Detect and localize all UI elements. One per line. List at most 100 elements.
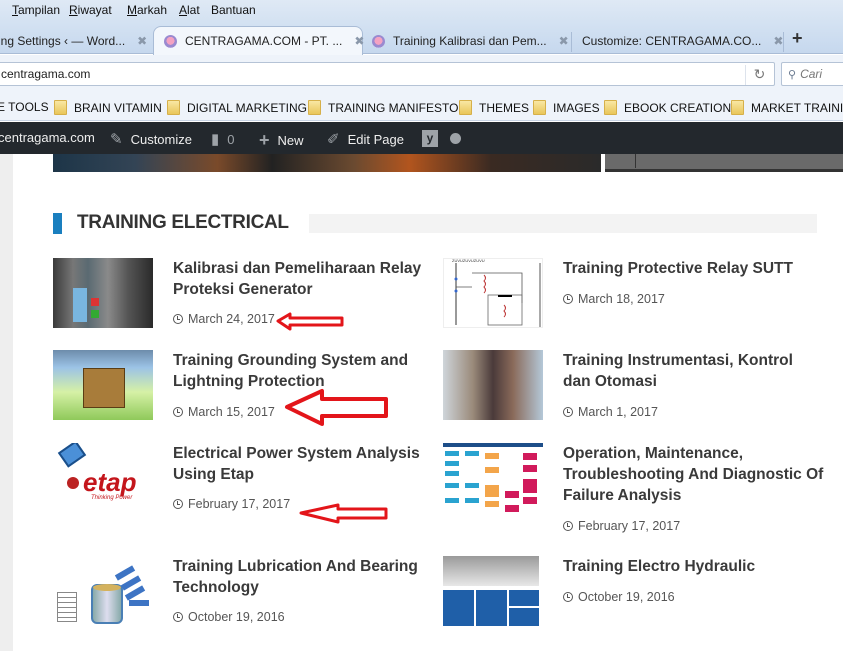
close-icon[interactable]: ✖: [354, 34, 364, 48]
tab-wordpress-settings[interactable]: ing Settings ‹ — Word... ✖: [0, 28, 148, 54]
bookmark-themes[interactable]: THEMES: [459, 100, 529, 115]
flow-box: [505, 491, 519, 498]
bookmark-market-training[interactable]: MARKET TRAINING: [731, 100, 843, 115]
menu-bookmarks[interactable]: Markah: [127, 3, 167, 17]
post-date-text: March 18, 2017: [578, 292, 665, 306]
section-header: TRAINING ELECTRICAL: [53, 212, 817, 235]
admin-site-link[interactable]: centragama.com: [0, 130, 95, 145]
close-icon[interactable]: ✖: [559, 34, 569, 48]
admin-new-link[interactable]: + New: [259, 130, 304, 151]
menu-tools-rest: lat: [187, 3, 200, 17]
flow-box: [445, 451, 459, 456]
flow-box: [485, 467, 499, 473]
bookmark-label: THEMES: [479, 100, 530, 115]
reload-icon[interactable]: ↻: [745, 65, 773, 85]
post-date: February 17, 2017: [173, 497, 290, 511]
menu-tools[interactable]: Alat: [179, 3, 200, 17]
clock-icon: [173, 407, 183, 417]
thumb-green-light: [91, 310, 99, 318]
flow-box: [523, 453, 537, 460]
post-title[interactable]: Electrical Power System Analysis Using E…: [173, 443, 423, 485]
post-title[interactable]: Training Protective Relay SUTT: [563, 258, 823, 279]
close-icon[interactable]: ✖: [773, 34, 783, 48]
svg-text:ZUVUZUVUZUVU: ZUVUZUVUZUVU: [452, 259, 485, 263]
post-date-text: March 15, 2017: [188, 405, 275, 419]
flow-box: [445, 471, 459, 476]
bookmark-images[interactable]: IMAGES: [533, 100, 600, 115]
menu-bookmarks-rest: arkah: [137, 3, 168, 17]
thumb-cabinet: [509, 590, 539, 606]
post-thumbnail[interactable]: [443, 350, 543, 420]
site-name: centragama.com: [0, 130, 95, 145]
close-icon[interactable]: ✖: [137, 34, 147, 48]
post-thumbnail[interactable]: [443, 556, 543, 626]
tab-separator: [571, 32, 572, 52]
etap-logo-tagline: Thinking Power: [91, 495, 133, 501]
post-thumbnail[interactable]: [53, 350, 153, 420]
bookmark-label: BRAIN VITAMIN: [74, 100, 162, 115]
folder-icon: [459, 100, 472, 115]
post-title[interactable]: Training Grounding System and Lightning …: [173, 350, 423, 392]
flow-box: [505, 505, 519, 512]
flow-box: [465, 451, 479, 456]
post-date-text: October 19, 2016: [578, 590, 675, 604]
menu-history[interactable]: Riwayat: [69, 3, 112, 17]
thumb-red-light: [91, 298, 99, 306]
menu-bar: Tampilan Riwayat Markah Alat Bantuan: [0, 0, 843, 22]
post-date: October 19, 2016: [563, 590, 675, 604]
post-thumbnail[interactable]: [443, 443, 543, 513]
post-title[interactable]: Training Electro Hydraulic: [563, 556, 823, 577]
thumb-arrow: [129, 600, 149, 606]
tab-customize[interactable]: Customize: CENTRAGAMA.CO... ✖: [582, 28, 783, 54]
post-date: March 15, 2017: [173, 405, 275, 419]
post-item: ZUVUZUVUZUVU Training Protective Relay S…: [443, 258, 843, 338]
tab-training-kalibrasi[interactable]: Training Kalibrasi dan Pem... ✖: [372, 28, 572, 54]
search-input[interactable]: ⚲ Cari: [781, 62, 843, 86]
url-bar[interactable]: centragama.com ↻: [0, 62, 775, 86]
post-thumbnail[interactable]: [53, 556, 153, 626]
section-title: TRAINING ELECTRICAL: [77, 212, 289, 233]
clock-icon: [173, 314, 183, 324]
bookmark-brain-vitamin[interactable]: BRAIN VITAMIN: [54, 100, 162, 115]
flow-box: [445, 498, 459, 503]
post-title[interactable]: Operation, Maintenance, Troubleshooting …: [563, 443, 833, 506]
bookmark-ebook-creation[interactable]: EBOOK CREATION: [604, 100, 731, 115]
hero-image-right[interactable]: [605, 154, 843, 172]
post-title[interactable]: Kalibrasi dan Pemeliharaan Relay Proteks…: [173, 258, 423, 300]
new-tab-button[interactable]: +: [792, 28, 803, 49]
post-item: Training Lubrication And Bearing Technol…: [53, 556, 433, 636]
bookmark-label: E TOOLS: [0, 100, 49, 114]
folder-icon: [54, 100, 67, 115]
post-thumbnail[interactable]: [53, 258, 153, 328]
admin-edit-page-link[interactable]: ✐ Edit Page: [327, 130, 404, 148]
admin-yoast-link[interactable]: y: [422, 130, 438, 147]
clock-icon: [173, 499, 183, 509]
post-date-text: February 17, 2017: [188, 497, 291, 511]
menu-view[interactable]: Tampilan: [12, 3, 60, 17]
admin-customize-link[interactable]: ✎ Customize: [110, 130, 192, 148]
bookmark-digital-marketing[interactable]: DIGITAL MARKETING: [167, 100, 307, 115]
page-gutter: [0, 154, 13, 651]
bookmark-tools[interactable]: E TOOLS: [0, 100, 49, 114]
post-thumbnail[interactable]: ZUVUZUVUZUVU: [443, 258, 543, 328]
post-title[interactable]: Training Instrumentasi, Kontrol dan Otom…: [563, 350, 823, 392]
folder-icon: [533, 100, 546, 115]
menu-help[interactable]: Bantuan: [211, 3, 256, 17]
post-date: February 17, 2017: [563, 519, 680, 533]
bookmark-training-manifesto[interactable]: TRAINING MANIFESTO: [308, 100, 458, 115]
folder-icon: [604, 100, 617, 115]
hero-image-left[interactable]: [53, 154, 601, 172]
bookmark-label: IMAGES: [553, 100, 600, 115]
thumb-panel: [73, 288, 87, 322]
pencil-icon: ✐: [327, 131, 340, 148]
admin-comments-link[interactable]: ▮ 0: [211, 130, 235, 148]
tab-label: CENTRAGAMA.COM - PT. ...: [185, 34, 343, 48]
tab-label: Training Kalibrasi dan Pem...: [393, 34, 547, 48]
tab-centragama[interactable]: CENTRAGAMA.COM - PT. ... ✖: [153, 26, 364, 55]
url-text: centragama.com: [1, 67, 91, 81]
post-date: March 24, 2017: [173, 312, 275, 326]
post-thumbnail[interactable]: etap Thinking Power: [53, 443, 153, 513]
admin-status-indicator[interactable]: [450, 133, 461, 144]
folder-icon: [308, 100, 321, 115]
post-title[interactable]: Training Lubrication And Bearing Technol…: [173, 556, 433, 598]
